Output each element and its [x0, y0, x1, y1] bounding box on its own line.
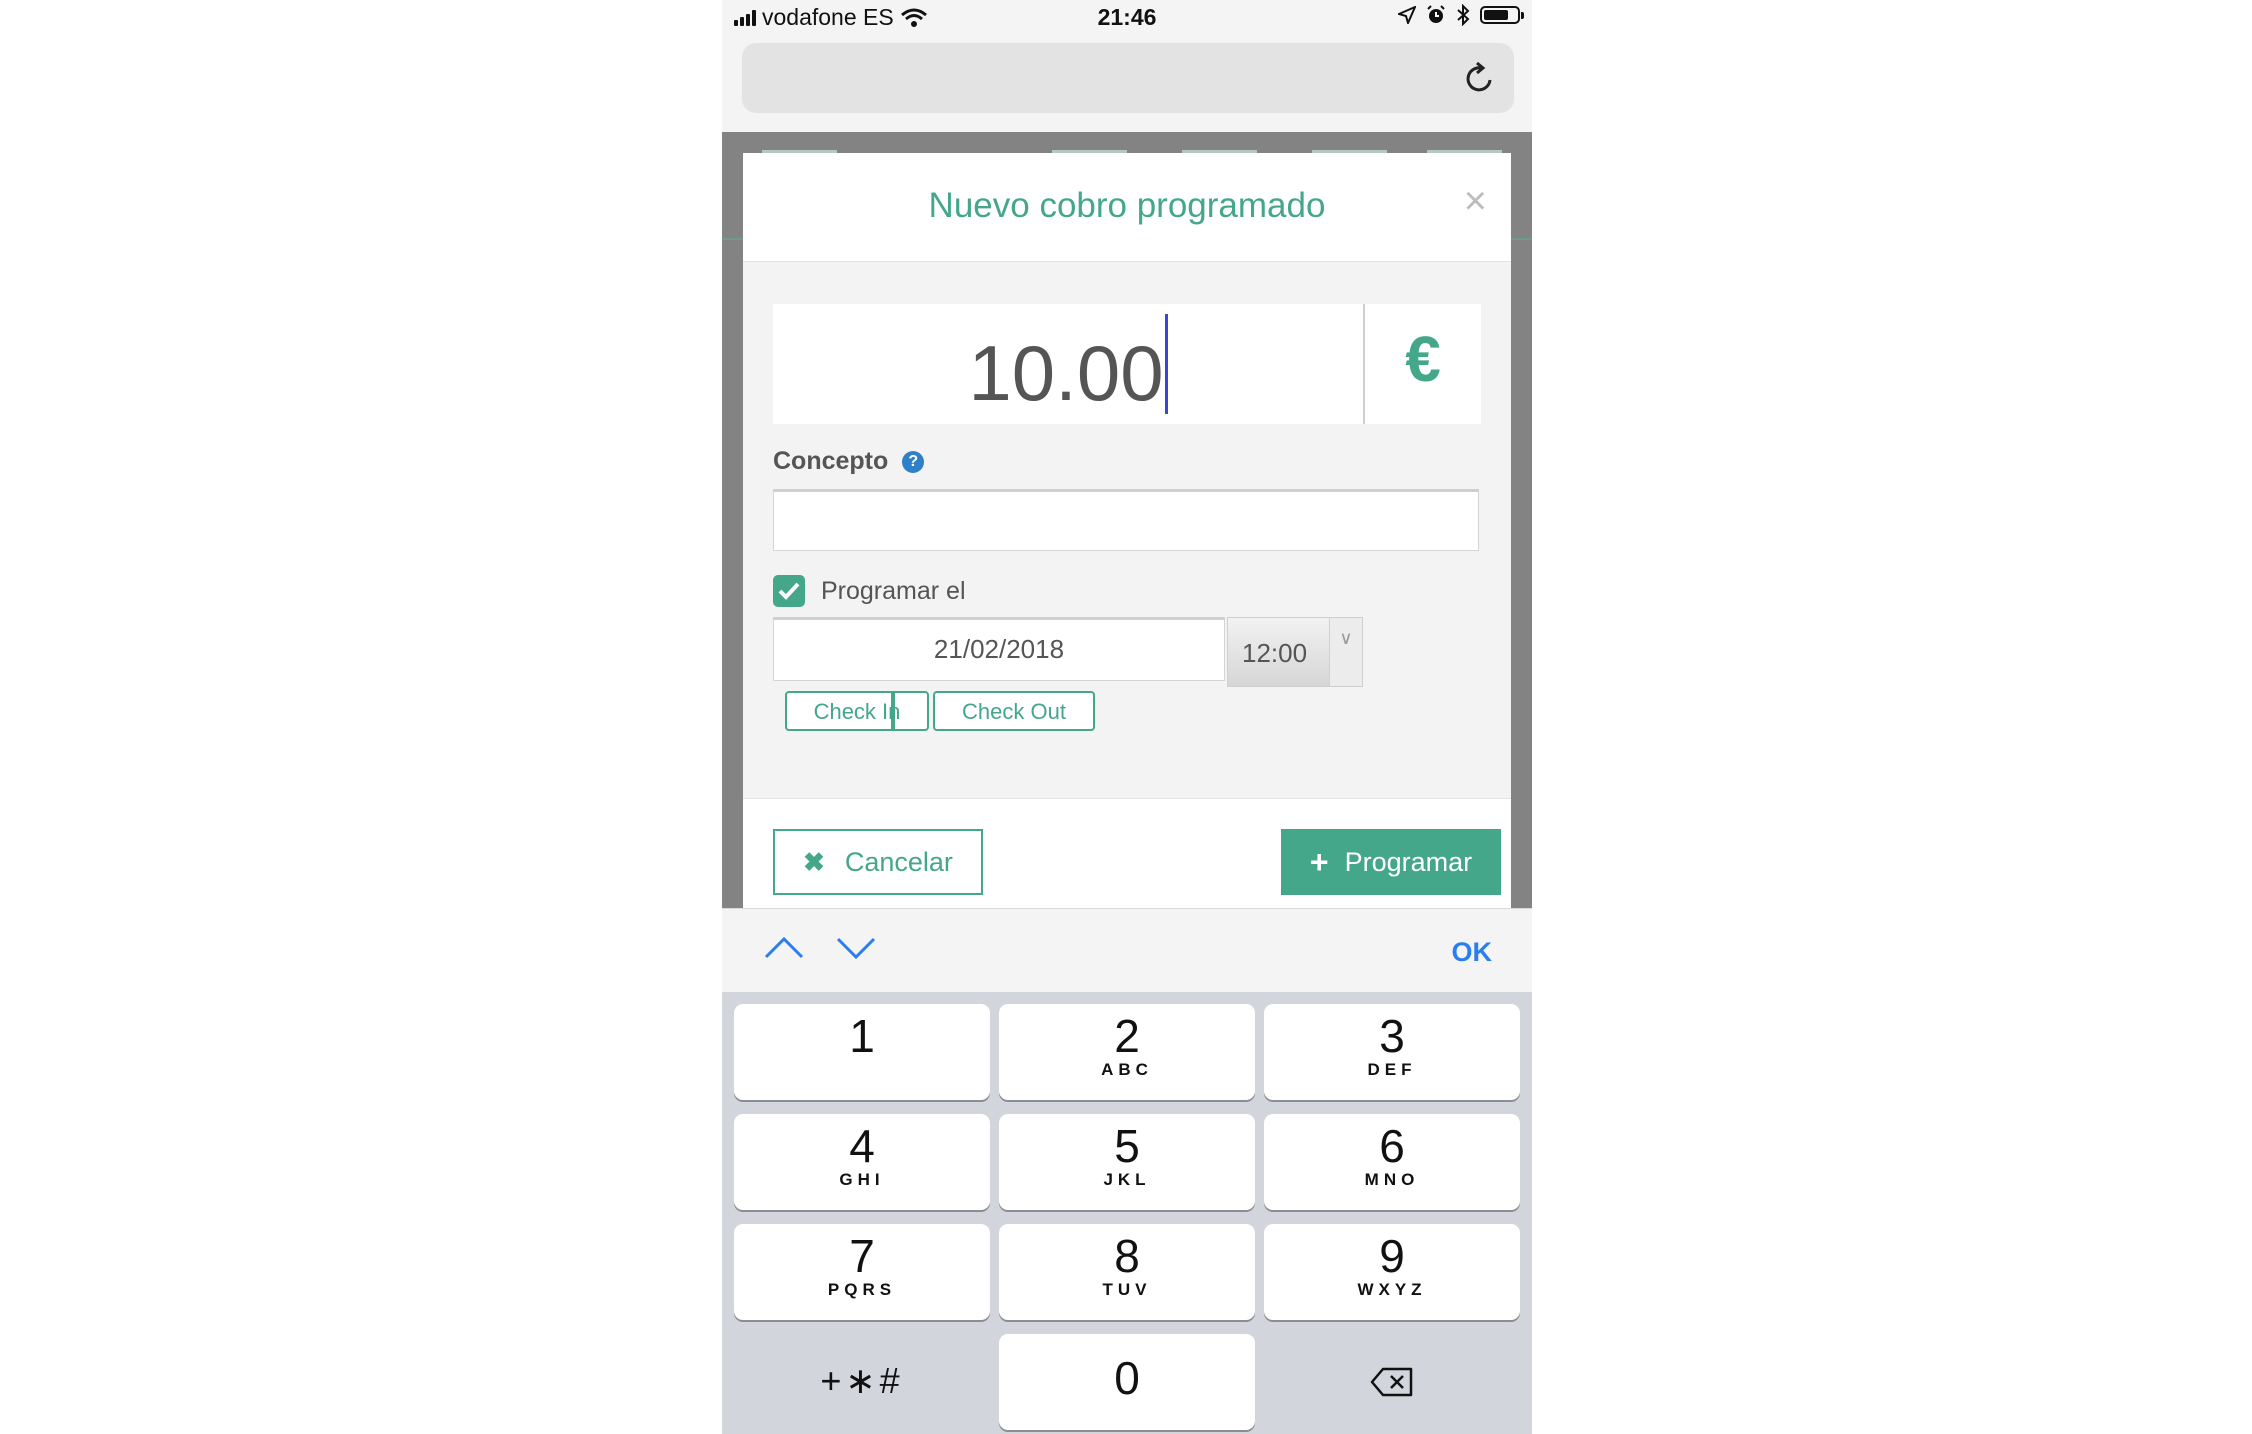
key-number: 4: [849, 1120, 875, 1172]
schedule-row: Programar el: [773, 575, 966, 607]
status-icons: [1398, 4, 1524, 26]
status-bar: vodafone ES 21:46: [722, 0, 1532, 38]
key-3[interactable]: 3 DEF: [1264, 1004, 1520, 1100]
key-2[interactable]: 2 ABC: [999, 1004, 1255, 1100]
alarm-icon: [1427, 5, 1445, 23]
amount-value: 10.00: [968, 329, 1164, 417]
key-letters: GHI: [839, 1170, 885, 1189]
ok-button[interactable]: OK: [1452, 937, 1493, 968]
key-number: 5: [1114, 1120, 1140, 1172]
schedule-label: Programar el: [821, 576, 966, 605]
cancel-button[interactable]: ✖ Cancelar: [773, 829, 983, 895]
backspace-icon: [1370, 1367, 1413, 1397]
key-8[interactable]: 8 TUV: [999, 1224, 1255, 1320]
time-select[interactable]: 12:00 ∨: [1227, 617, 1363, 687]
bluetooth-icon: [1457, 4, 1470, 26]
key-7[interactable]: 7 PQRS: [734, 1224, 990, 1320]
modal-header: Nuevo cobro programado ×: [743, 153, 1511, 262]
key-letters: TUV: [1102, 1280, 1152, 1299]
schedule-checkbox[interactable]: [773, 575, 805, 607]
date-input[interactable]: 21/02/2018: [773, 617, 1225, 681]
chevron-down-icon[interactable]: [834, 933, 878, 963]
key-5[interactable]: 5 JKL: [999, 1114, 1255, 1210]
amount-field[interactable]: 10.00 €: [773, 304, 1481, 424]
symbols-key[interactable]: +∗#: [734, 1334, 990, 1430]
plus-icon: +: [1309, 843, 1329, 880]
key-number: 7: [849, 1230, 875, 1282]
checkmark-icon: [778, 582, 800, 600]
numeric-keypad: 1 2 ABC 3 DEF 4 GHI 5 JKL 6 MNO 7 PQRS 8: [722, 992, 1532, 1434]
cancel-label: Cancelar: [844, 846, 953, 877]
symbols-label: +∗#: [820, 1360, 904, 1401]
modal-footer: ✖ Cancelar + Programar: [743, 798, 1511, 909]
program-button[interactable]: + Programar: [1281, 829, 1501, 895]
amount-input[interactable]: 10.00: [773, 314, 1363, 419]
reload-icon[interactable]: [1460, 59, 1498, 97]
concept-label-row: Concepto ?: [773, 447, 925, 476]
battery-icon: [1480, 6, 1524, 24]
key-letters: ABC: [1101, 1060, 1153, 1079]
time-value: 12:00: [1242, 638, 1308, 668]
currency-symbol: €: [1405, 323, 1441, 395]
concept-label: Concepto: [773, 447, 889, 475]
key-number: 9: [1379, 1230, 1405, 1282]
key-letters: JKL: [1103, 1170, 1151, 1189]
chevron-up-icon[interactable]: [762, 933, 806, 963]
key-1[interactable]: 1: [734, 1004, 990, 1100]
location-icon: [1398, 6, 1416, 24]
key-letters: DEF: [1367, 1060, 1417, 1079]
check-out-button[interactable]: Check Out: [933, 691, 1095, 731]
key-number: 0: [1114, 1352, 1140, 1404]
url-bar[interactable]: [742, 43, 1514, 113]
key-9[interactable]: 9 WXYZ: [1264, 1224, 1520, 1320]
key-letters: WXYZ: [1357, 1280, 1427, 1299]
key-letters: PQRS: [827, 1280, 897, 1299]
key-number: 8: [1114, 1230, 1140, 1282]
close-icon[interactable]: ×: [1464, 181, 1487, 221]
key-letters: MNO: [1364, 1170, 1420, 1189]
key-number: 3: [1379, 1010, 1405, 1062]
key-number: 6: [1379, 1120, 1405, 1172]
key-number: 1: [849, 1010, 875, 1062]
keyboard-toolbar: OK: [722, 908, 1532, 993]
program-label: Programar: [1344, 846, 1473, 877]
key-6[interactable]: 6 MNO: [1264, 1114, 1520, 1210]
modal-body: 10.00 € Concepto ? Programar el 21/02/20…: [743, 262, 1511, 798]
key-0[interactable]: 0: [999, 1334, 1255, 1430]
help-icon[interactable]: ?: [902, 450, 925, 473]
key-number: 2: [1114, 1010, 1140, 1062]
modal-title: Nuevo cobro programado: [928, 186, 1326, 225]
check-in-button[interactable]: Check In: [785, 691, 929, 731]
scheduled-payment-modal: Nuevo cobro programado × 10.00 € Concept…: [743, 153, 1511, 909]
cancel-x-icon: ✖: [803, 846, 825, 877]
backspace-key[interactable]: [1264, 1334, 1520, 1430]
concept-input[interactable]: [773, 489, 1479, 551]
text-caret: [1164, 314, 1168, 414]
key-4[interactable]: 4 GHI: [734, 1114, 990, 1210]
phone-screen: vodafone ES 21:46 Nuevo cobro programado…: [722, 0, 1532, 1434]
chevron-down-icon: ∨: [1329, 618, 1362, 686]
